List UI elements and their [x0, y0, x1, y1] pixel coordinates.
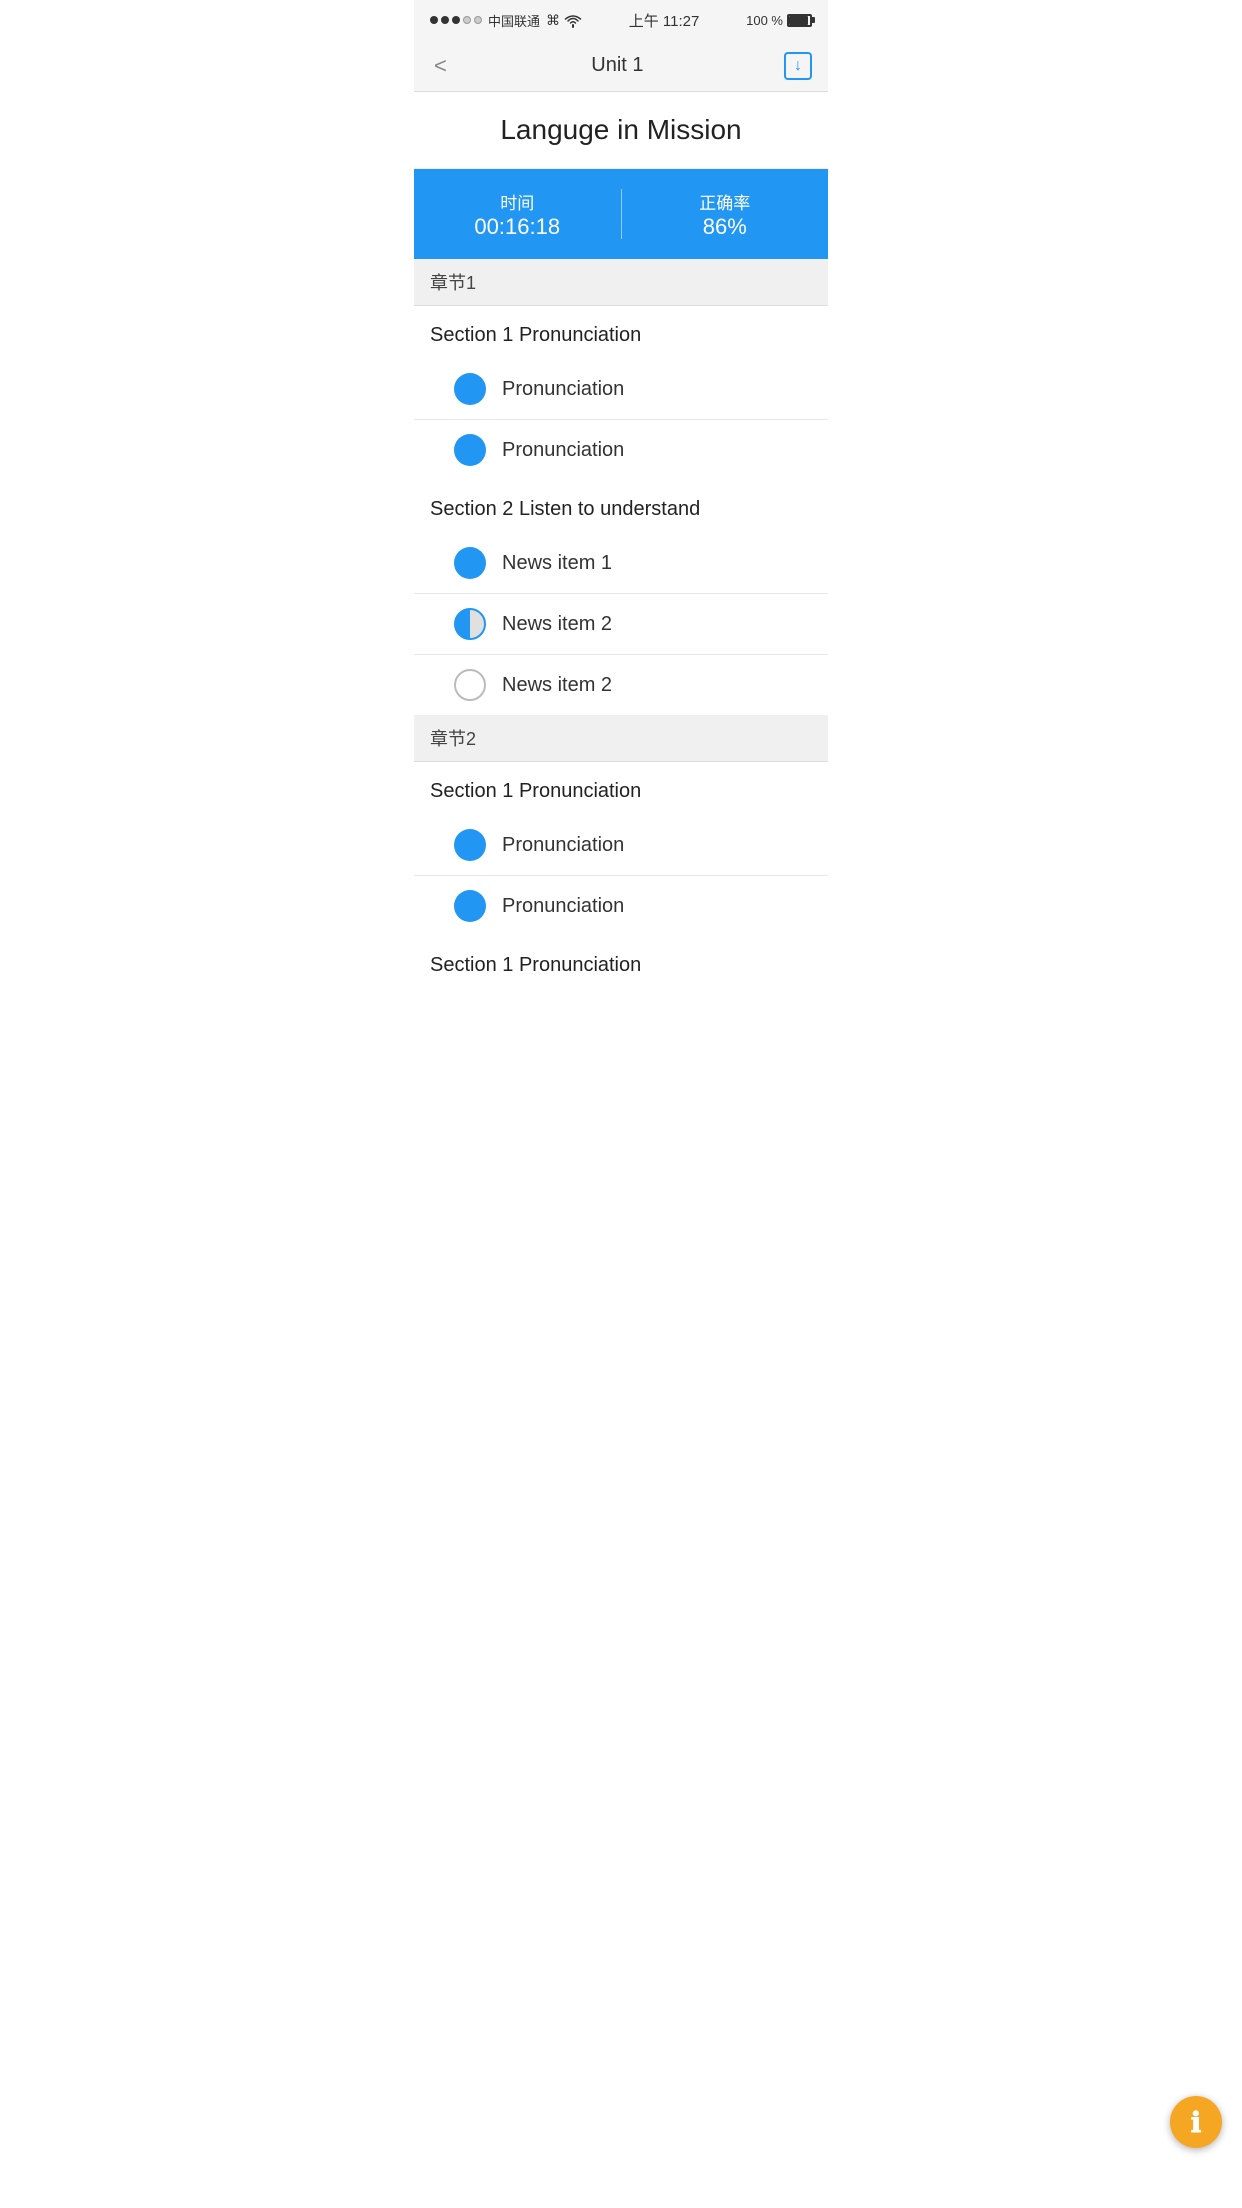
item-icon-full [454, 829, 486, 861]
signal-dot-1 [430, 16, 438, 24]
signal-dot-2 [441, 16, 449, 24]
item-icon-full [454, 373, 486, 405]
page-title: Languge in Mission [430, 114, 812, 146]
battery-fill [789, 16, 808, 25]
list-item[interactable]: News item 1 [414, 533, 828, 594]
signal-dot-4 [463, 16, 471, 24]
item-label: News item 2 [502, 674, 612, 697]
wifi-icon: ⌘ [546, 12, 582, 29]
time-value: 00:16:18 [474, 214, 560, 240]
status-time: 上午 11:27 [629, 10, 700, 31]
section-block-c1-s2: Section 2 Listen to understand News item … [414, 480, 828, 715]
status-right: 100 % [746, 13, 812, 28]
item-icon-half [454, 608, 486, 640]
list-item[interactable]: Pronunciation [414, 815, 828, 876]
accuracy-label: 正确率 [699, 189, 750, 214]
status-left: 中国联通 ⌘ [430, 11, 582, 30]
item-icon-empty [454, 669, 486, 701]
item-label: Pronunciation [502, 834, 624, 857]
section-title-c1-s1: Section 1 Pronunciation [414, 306, 828, 359]
item-label: Pronunciation [502, 439, 624, 462]
signal-dot-3 [452, 16, 460, 24]
stats-bar: 时间 00:16:18 正确率 86% [414, 169, 828, 259]
status-bar: 中国联通 ⌘ 上午 11:27 100 % [414, 0, 828, 40]
signal-dots [430, 16, 482, 24]
stat-time: 时间 00:16:18 [414, 169, 621, 259]
nav-bar: < Unit 1 [414, 40, 828, 92]
item-label: News item 1 [502, 552, 612, 575]
download-button[interactable] [784, 52, 812, 80]
list-item[interactable]: News item 2 [414, 594, 828, 655]
item-label: Pronunciation [502, 378, 624, 401]
stat-accuracy: 正确率 86% [622, 169, 829, 259]
back-button[interactable]: < [430, 49, 451, 83]
item-label: Pronunciation [502, 895, 624, 918]
chapter-header-1: 章节1 [414, 259, 828, 306]
accuracy-value: 86% [703, 214, 747, 240]
carrier-label: 中国联通 [488, 11, 540, 30]
section-title-c2-s1: Section 1 Pronunciation [414, 762, 828, 815]
list-item[interactable]: News item 2 [414, 655, 828, 715]
section-title-c2-s2: Section 1 Pronunciation [414, 936, 828, 989]
battery-icon [787, 14, 812, 27]
section-block-c2-s1: Section 1 Pronunciation Pronunciation Pron… [414, 762, 828, 936]
battery-percent: 100 % [746, 13, 783, 28]
item-icon-full [454, 434, 486, 466]
section-block-c1-s1: Section 1 Pronunciation Pronunciation Pron… [414, 306, 828, 480]
item-icon-full [454, 890, 486, 922]
section-block-c2-s2: Section 1 Pronunciation [414, 936, 828, 989]
list-item[interactable]: Pronunciation [414, 876, 828, 936]
item-icon-full [454, 547, 486, 579]
content: 章节1Section 1 PronunciationPronunciationP… [414, 259, 828, 989]
item-label: News item 2 [502, 613, 612, 636]
chapter-header-2: 章节2 [414, 715, 828, 762]
page-title-section: Languge in Mission [414, 92, 828, 169]
section-title-c1-s2: Section 2 Listen to understand [414, 480, 828, 533]
list-item[interactable]: Pronunciation [414, 359, 828, 420]
info-button[interactable]: ℹ [1170, 2096, 1222, 2148]
time-label: 时间 [500, 189, 534, 214]
list-item[interactable]: Pronunciation [414, 420, 828, 480]
nav-title: Unit 1 [591, 54, 643, 77]
signal-dot-5 [474, 16, 482, 24]
